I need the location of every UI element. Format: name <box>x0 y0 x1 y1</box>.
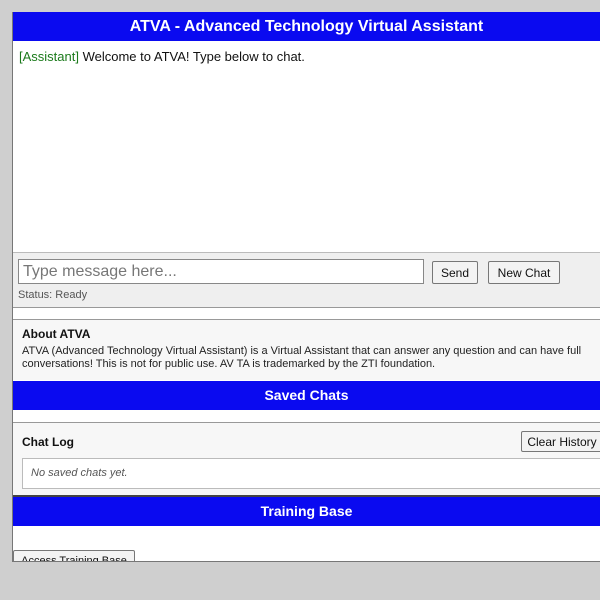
about-text: ATVA (Advanced Technology Virtual Assist… <box>22 345 582 370</box>
new-chat-button[interactable]: New Chat <box>488 261 560 284</box>
chat-transcript: [Assistant] Welcome to ATVA! Type below … <box>13 41 600 253</box>
send-button[interactable]: Send <box>432 261 478 284</box>
about-title: About ATVA <box>22 327 91 341</box>
chat-message: [Assistant] Welcome to ATVA! Type below … <box>19 49 594 64</box>
message-text: Welcome to ATVA! Type below to chat. <box>78 49 305 64</box>
app-title: ATVA - Advanced Technology Virtual Assis… <box>13 12 600 41</box>
saved-chats-empty: No saved chats yet. <box>22 458 600 489</box>
spacer <box>13 410 600 422</box>
message-sender: [Assistant] <box>19 49 79 64</box>
app-window: ATVA - Advanced Technology Virtual Assis… <box>12 12 600 562</box>
input-panel: Send New Chat Status: Ready <box>13 253 600 308</box>
message-input[interactable] <box>18 259 424 284</box>
access-training-base-button[interactable]: Access Training Base <box>13 550 135 561</box>
chat-log-title: Chat Log <box>22 435 74 449</box>
saved-chats-header: Saved Chats <box>13 381 600 410</box>
status-text: Status: Ready <box>18 289 88 301</box>
about-section: About ATVA ATVA (Advanced Technology Vir… <box>13 319 600 380</box>
clear-history-button[interactable]: Clear History <box>521 431 600 452</box>
chat-log-panel: Chat Log Clear History No saved chats ye… <box>13 422 600 497</box>
training-base-header: Training Base <box>13 497 600 526</box>
